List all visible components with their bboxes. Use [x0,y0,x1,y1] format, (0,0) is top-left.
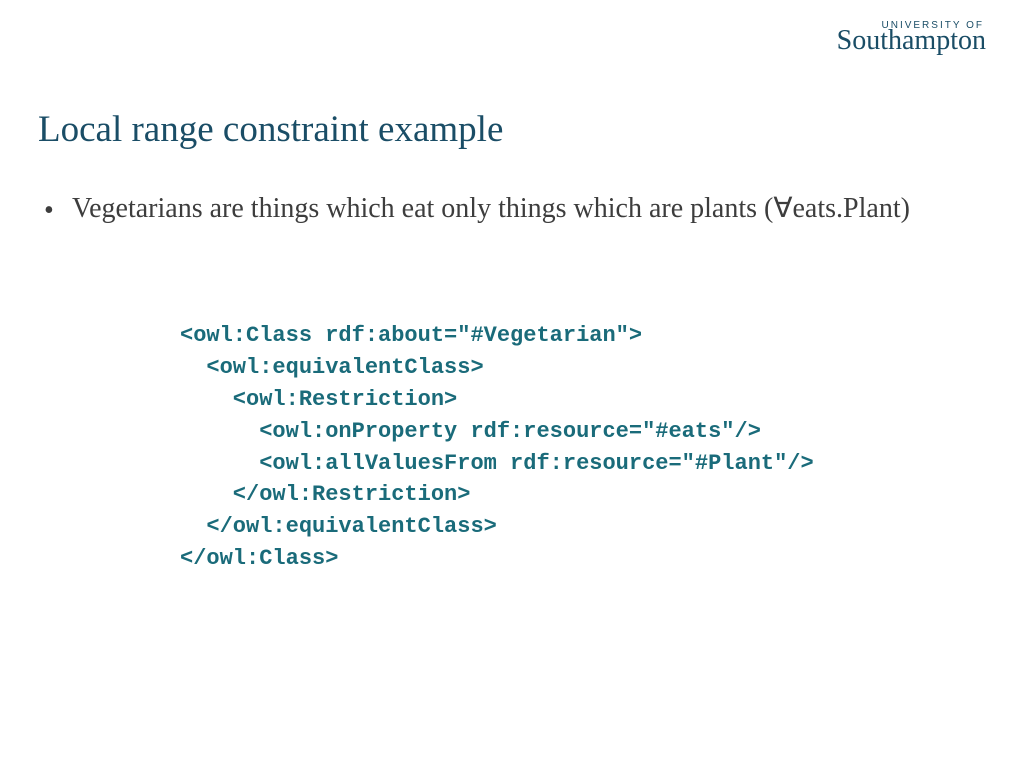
code-line: </owl:Restriction> [180,479,814,511]
code-line: <owl:Restriction> [180,384,814,416]
bullet-list: • Vegetarians are things which eat only … [44,190,974,230]
logo-main: Southampton [837,27,986,55]
bullet-marker: • [44,190,72,230]
bullet-item: • Vegetarians are things which eat only … [44,190,974,230]
bullet-text: Vegetarians are things which eat only th… [72,190,910,230]
code-line: </owl:Class> [180,543,814,575]
slide-title: Local range constraint example [38,108,503,151]
code-line: <owl:allValuesFrom rdf:resource="#Plant"… [180,448,814,480]
university-logo: UNIVERSITY OF Southampton [837,20,986,55]
code-line: <owl:Class rdf:about="#Vegetarian"> [180,320,814,352]
code-block: <owl:Class rdf:about="#Vegetarian"> <owl… [180,320,814,575]
code-line: <owl:equivalentClass> [180,352,814,384]
code-line: <owl:onProperty rdf:resource="#eats"/> [180,416,814,448]
code-line: </owl:equivalentClass> [180,511,814,543]
